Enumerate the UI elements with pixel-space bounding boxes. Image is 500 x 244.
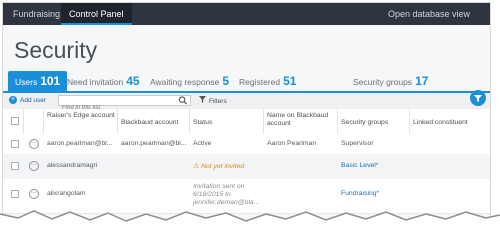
warning-icon: ⚠ xyxy=(193,163,200,170)
row-checkbox[interactable] xyxy=(11,190,19,198)
tab-count: 5 xyxy=(222,74,229,88)
tab-count: 17 xyxy=(415,74,429,88)
re-account-cell: aaron.pearlman@bl... xyxy=(47,140,113,147)
nav-control-panel[interactable]: Control Panel xyxy=(61,3,132,25)
column-header[interactable]: Security groups xyxy=(341,119,388,127)
ellipsis-icon[interactable]: ··· xyxy=(29,161,39,171)
page-title: Security xyxy=(14,37,98,63)
tab-count: 101 xyxy=(40,74,61,88)
add-user-label: Add user xyxy=(20,97,47,104)
tab-label: Users xyxy=(15,77,38,87)
column-header[interactable]: Blackbaud account xyxy=(121,119,178,127)
row-checkbox[interactable] xyxy=(11,140,19,148)
tab-awaiting-response[interactable]: Awaiting response 5 xyxy=(150,71,229,92)
filter-icon xyxy=(199,96,206,107)
screenshot-frame: Fundraising▼ Control Panel Open database… xyxy=(0,0,500,244)
app-window: Fundraising▼ Control Panel Open database… xyxy=(2,2,491,228)
tab-security-groups[interactable]: Security groups 17 xyxy=(353,71,428,92)
name-cell: Aaron Pearlman xyxy=(267,140,317,147)
table-row[interactable]: ··· alessandramagri ⚠ Not yet invited Bas… xyxy=(3,154,490,180)
column-header[interactable]: Linked constituent xyxy=(413,119,468,127)
security-group-cell: Supervisor xyxy=(341,140,374,147)
open-database-view-link[interactable]: Open database view xyxy=(388,3,470,25)
tab-registered[interactable]: Registered 51 xyxy=(239,71,296,92)
tab-bar: Users 101 Need invitation 45 Awaiting resp… xyxy=(3,71,490,92)
filters-button[interactable]: Filters xyxy=(199,96,227,106)
search-box xyxy=(58,95,191,113)
tab-label: Security groups xyxy=(353,77,413,87)
status-cell: Active xyxy=(193,140,212,147)
filters-label: Filters xyxy=(209,98,227,105)
list-toolbar: +Add user Filters xyxy=(3,93,490,113)
status-cell: Invitation sent on 6/18/2015 to jennifer… xyxy=(193,183,260,206)
tab-count: 45 xyxy=(126,74,140,88)
row-checkbox[interactable] xyxy=(11,162,19,170)
table-row[interactable]: ··· aaron.pearlman@bl... aaron.pearlman@… xyxy=(3,134,490,155)
tab-label: Need invitation xyxy=(67,77,124,87)
ellipsis-icon[interactable]: ··· xyxy=(29,189,39,199)
filter-icon xyxy=(474,95,482,102)
ellipsis-icon[interactable]: ··· xyxy=(29,139,39,149)
tab-label: Awaiting response xyxy=(150,77,220,87)
table-header-row: Raiser's Edge account Blackbaud account … xyxy=(3,109,490,135)
re-account-cell: alessandramagri xyxy=(47,162,98,169)
column-header[interactable]: Name on Blackbaud account xyxy=(267,112,335,128)
column-header[interactable]: Status xyxy=(193,119,212,127)
status-text: Not yet invited xyxy=(201,163,245,170)
plus-icon: + xyxy=(9,96,17,105)
tab-label: Registered xyxy=(239,77,281,87)
search-icon[interactable] xyxy=(178,96,188,105)
add-user-button[interactable]: + Add user xyxy=(9,96,46,106)
security-group-link[interactable]: Fundraising* xyxy=(341,190,379,197)
column-header[interactable]: Raiser's Edge account xyxy=(47,112,115,120)
filter-panel-toggle[interactable] xyxy=(470,90,486,106)
status-cell: ⚠ Not yet invited xyxy=(193,162,244,170)
re-account-cell: alixrangolam xyxy=(47,190,86,197)
tab-need-invitation[interactable]: Need invitation 45 xyxy=(67,71,140,92)
bb-account-cell: aaron.pearlman@bl... xyxy=(121,140,187,147)
top-navigation-bar: Fundraising▼ Control Panel Open database… xyxy=(3,3,490,25)
tab-users[interactable]: Users 101 xyxy=(8,71,68,92)
security-group-link[interactable]: Basic Level* xyxy=(341,162,378,169)
nav-fundraising-label: Fundraising xyxy=(13,9,61,19)
select-all-checkbox[interactable] xyxy=(11,117,19,125)
torn-edge-decoration xyxy=(0,210,500,244)
tab-count: 51 xyxy=(283,74,297,88)
